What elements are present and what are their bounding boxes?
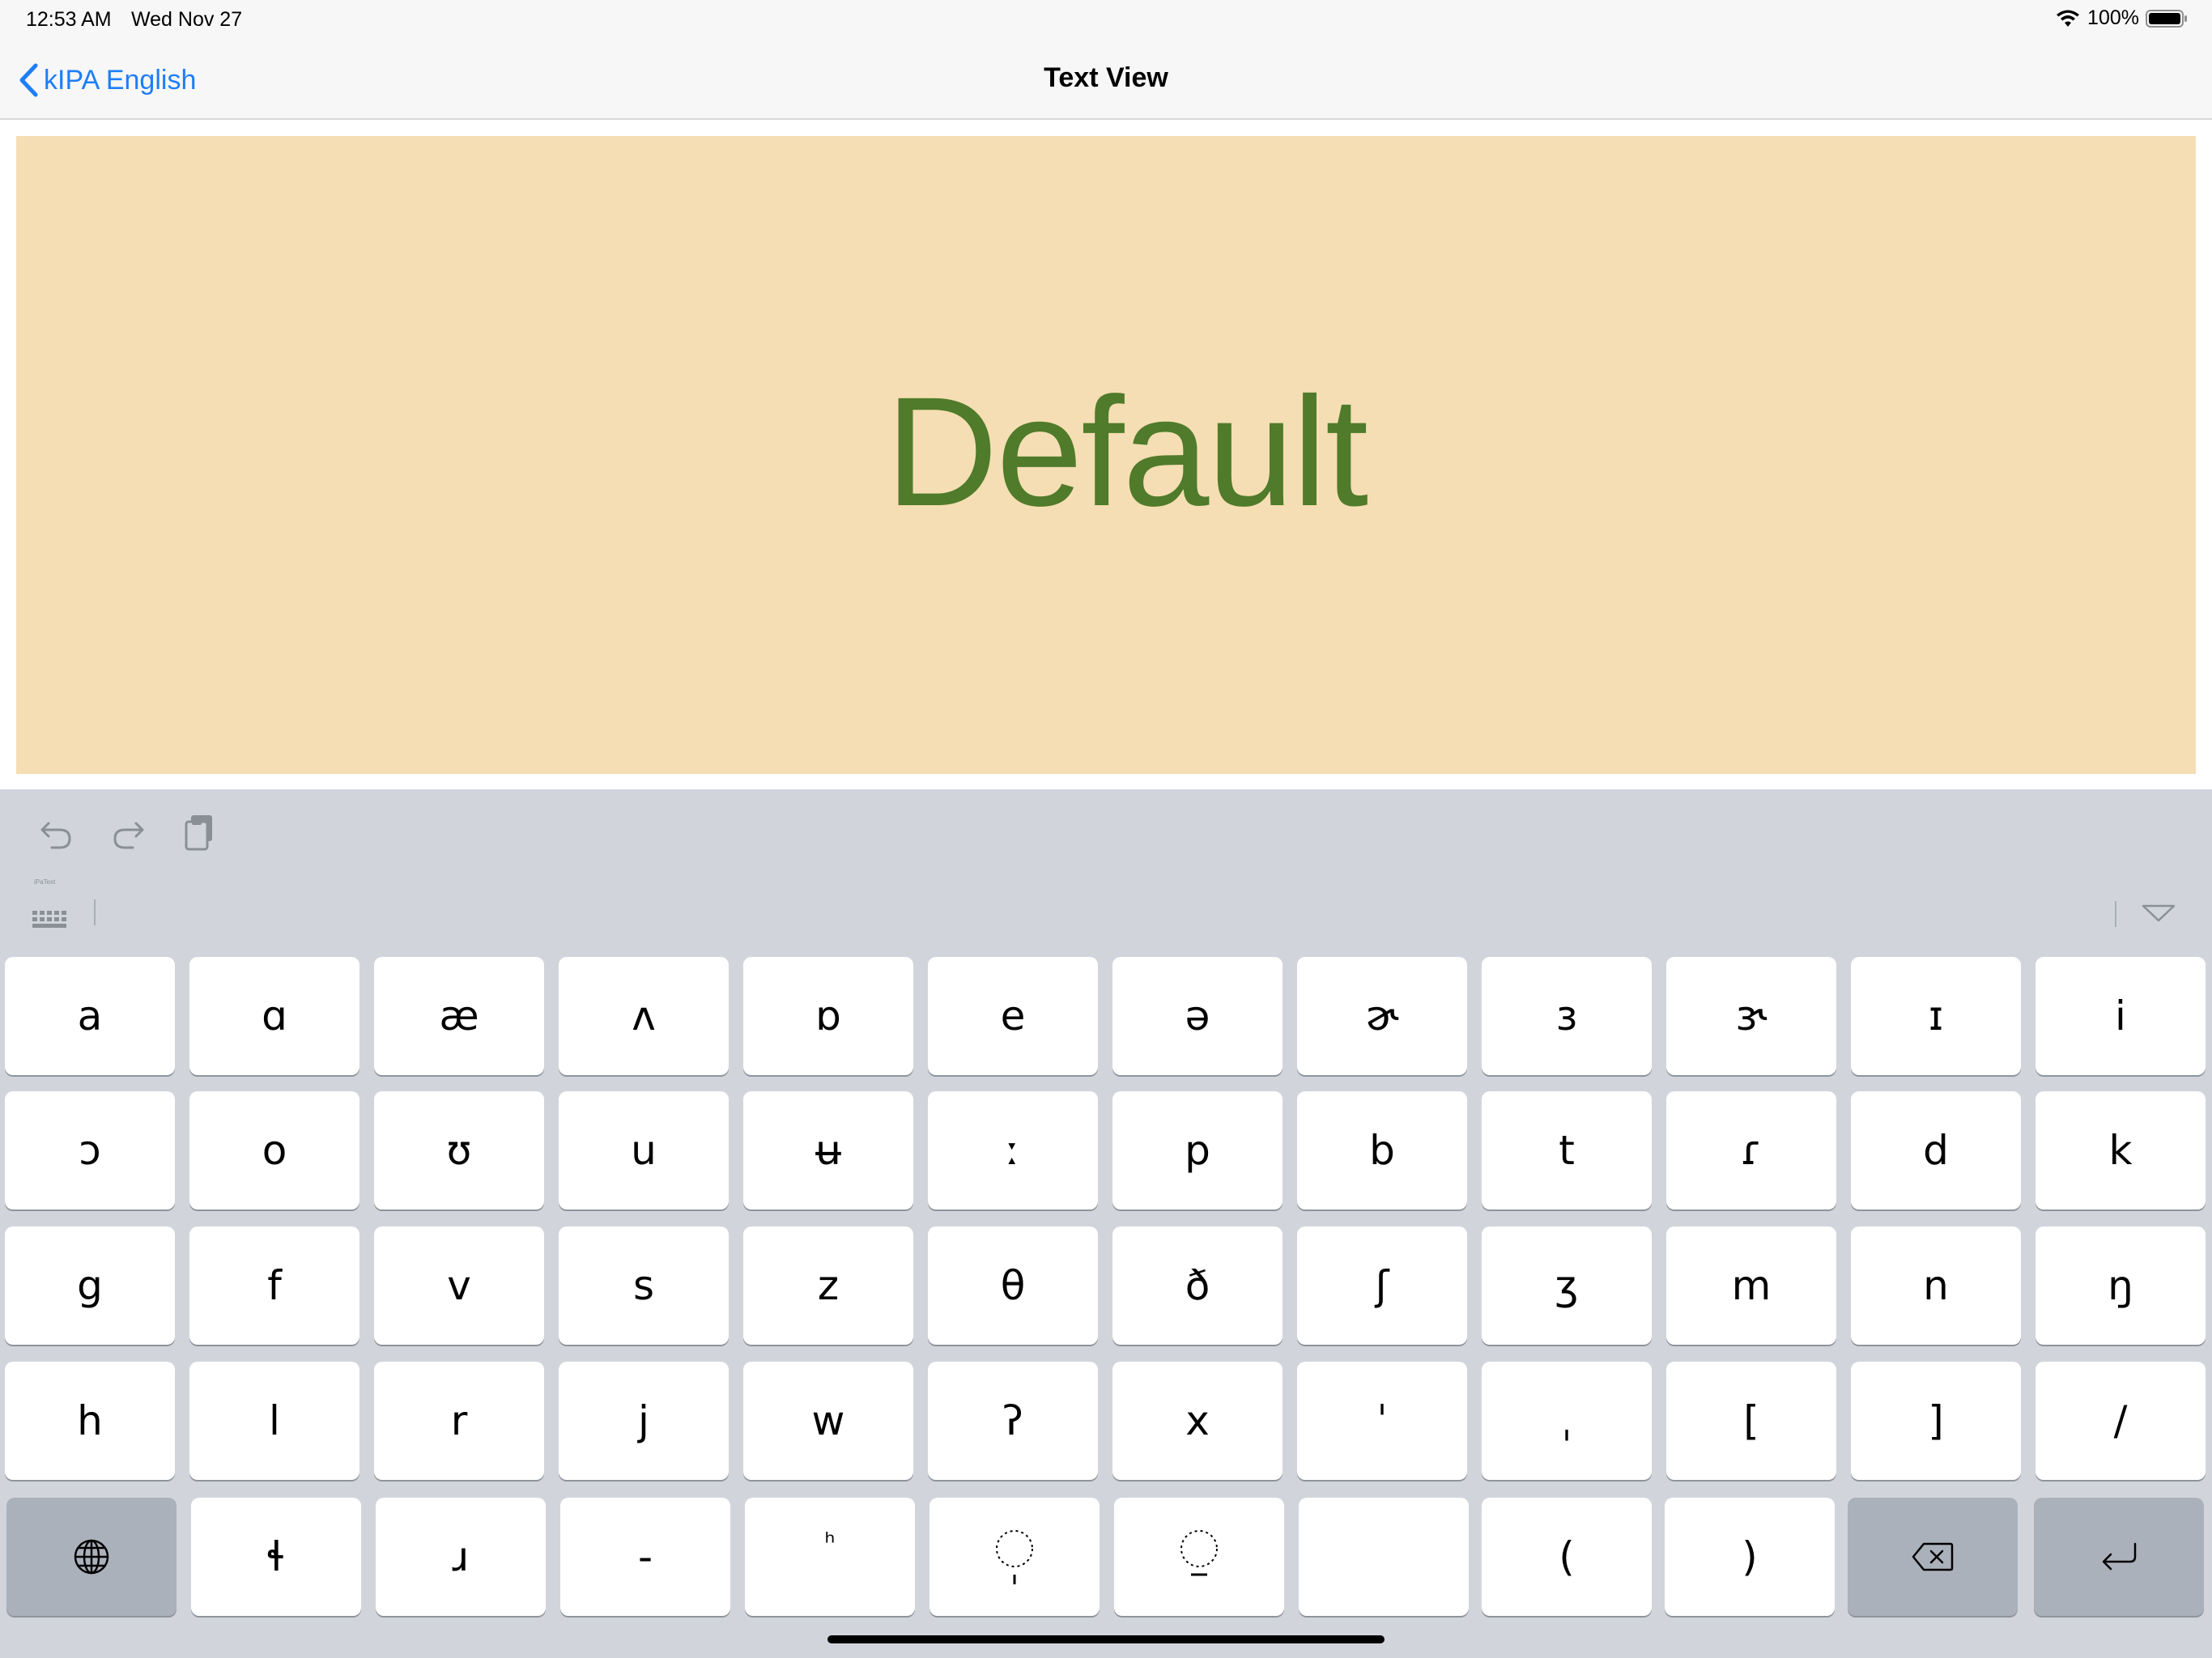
- diacritic-below-key[interactable]: [929, 1498, 1100, 1616]
- status-indicators: 100%: [2055, 6, 2188, 30]
- key[interactable]: -: [560, 1498, 730, 1616]
- key[interactable]: ɚ: [1297, 957, 1467, 1075]
- battery-percent: 100%: [2087, 6, 2139, 29]
- toolbar-divider: [94, 899, 96, 925]
- key[interactable]: ʃ: [1297, 1226, 1467, 1345]
- key[interactable]: d: [1851, 1091, 2021, 1209]
- key[interactable]: θ: [928, 1226, 1098, 1345]
- key[interactable]: ɪ: [1851, 957, 2021, 1075]
- key[interactable]: ʒ: [1482, 1226, 1652, 1345]
- return-key[interactable]: [2034, 1498, 2204, 1616]
- key[interactable]: s: [559, 1226, 729, 1345]
- key[interactable]: ʊ: [374, 1091, 544, 1209]
- key[interactable]: f: [189, 1226, 359, 1345]
- key[interactable]: r: [374, 1362, 544, 1480]
- key[interactable]: k: [2035, 1091, 2206, 1209]
- key[interactable]: o: [189, 1091, 359, 1209]
- battery-icon: [2146, 9, 2187, 28]
- keyboard-toolbar: iPaText: [0, 878, 2212, 943]
- navigation-bar: kIPA English Text View: [0, 42, 2212, 120]
- page-title: Text View: [1044, 62, 1168, 93]
- key[interactable]: ): [1665, 1498, 1835, 1616]
- space-key[interactable]: [1299, 1498, 1469, 1616]
- key[interactable]: g: [5, 1226, 175, 1345]
- status-time: 12:53 AM: [26, 8, 112, 31]
- key[interactable]: ʌ: [559, 957, 729, 1075]
- key[interactable]: ˈ: [1297, 1362, 1467, 1480]
- key[interactable]: t: [1482, 1091, 1652, 1209]
- shortcut-bar: [0, 789, 2212, 878]
- keyboard-switch-icon[interactable]: [31, 899, 70, 932]
- undo-icon[interactable]: [36, 812, 78, 854]
- key[interactable]: ə: [1112, 957, 1283, 1075]
- key[interactable]: ʰ: [745, 1498, 915, 1616]
- ipa-keyboard: iPaText a ɑ æ ʌ ɒ e ə ɚ ɜ ɝ ɪ i ɔ o ʊ u …: [0, 789, 2212, 1658]
- key[interactable]: ɒ: [743, 957, 913, 1075]
- dismiss-keyboard-icon[interactable]: [2141, 903, 2176, 924]
- key[interactable]: m: [1666, 1226, 1836, 1345]
- text-view[interactable]: Default: [16, 136, 2196, 774]
- key[interactable]: w: [743, 1362, 913, 1480]
- globe-icon: [74, 1539, 109, 1575]
- return-icon: [2102, 1542, 2137, 1571]
- keyboard-switch-label: iPaText: [34, 878, 56, 886]
- key[interactable]: x: [1112, 1362, 1283, 1480]
- key[interactable]: b: [1297, 1091, 1467, 1209]
- key[interactable]: ɹ: [376, 1498, 546, 1616]
- key[interactable]: h: [5, 1362, 175, 1480]
- toolbar-divider: [2115, 901, 2116, 927]
- delete-icon: [1912, 1542, 1954, 1571]
- wifi-icon: [2057, 10, 2080, 27]
- key[interactable]: ð: [1112, 1226, 1283, 1345]
- key[interactable]: ]: [1851, 1362, 2021, 1480]
- key[interactable]: ɾ: [1666, 1091, 1836, 1209]
- key[interactable]: ŋ: [2035, 1226, 2206, 1345]
- dotted-circle-icon: [996, 1530, 1033, 1584]
- key[interactable]: ɝ: [1666, 957, 1836, 1075]
- home-indicator[interactable]: [827, 1635, 1385, 1643]
- redo-icon[interactable]: [107, 812, 149, 854]
- key[interactable]: e: [928, 957, 1098, 1075]
- status-date: Wed Nov 27: [131, 8, 243, 31]
- key[interactable]: [: [1666, 1362, 1836, 1480]
- key[interactable]: ˌ: [1482, 1362, 1652, 1480]
- diacritic-under-key[interactable]: [1114, 1498, 1284, 1616]
- key[interactable]: (: [1482, 1498, 1652, 1616]
- key[interactable]: ʔ: [928, 1362, 1098, 1480]
- key[interactable]: j: [559, 1362, 729, 1480]
- key[interactable]: n: [1851, 1226, 2021, 1345]
- key[interactable]: ː: [928, 1091, 1098, 1209]
- key[interactable]: v: [374, 1226, 544, 1345]
- key[interactable]: u: [559, 1091, 729, 1209]
- key[interactable]: a: [5, 957, 175, 1075]
- text-view-content: Default: [885, 363, 1368, 538]
- delete-key[interactable]: [1848, 1498, 2018, 1616]
- key[interactable]: æ: [374, 957, 544, 1075]
- key[interactable]: ɔ: [5, 1091, 175, 1209]
- paste-icon[interactable]: [180, 812, 222, 854]
- status-bar: 12:53 AM Wed Nov 27 100%: [0, 0, 2212, 42]
- key[interactable]: ɜ: [1482, 957, 1652, 1075]
- key[interactable]: p: [1112, 1091, 1283, 1209]
- key[interactable]: /: [2035, 1362, 2206, 1480]
- key[interactable]: ɬ: [191, 1498, 361, 1616]
- key[interactable]: ɑ: [189, 957, 359, 1075]
- globe-key[interactable]: [6, 1498, 177, 1616]
- key[interactable]: l: [189, 1362, 359, 1480]
- dotted-circle-icon: [1180, 1530, 1218, 1576]
- key[interactable]: ʉ: [743, 1091, 913, 1209]
- key[interactable]: z: [743, 1226, 913, 1345]
- key[interactable]: i: [2035, 957, 2206, 1075]
